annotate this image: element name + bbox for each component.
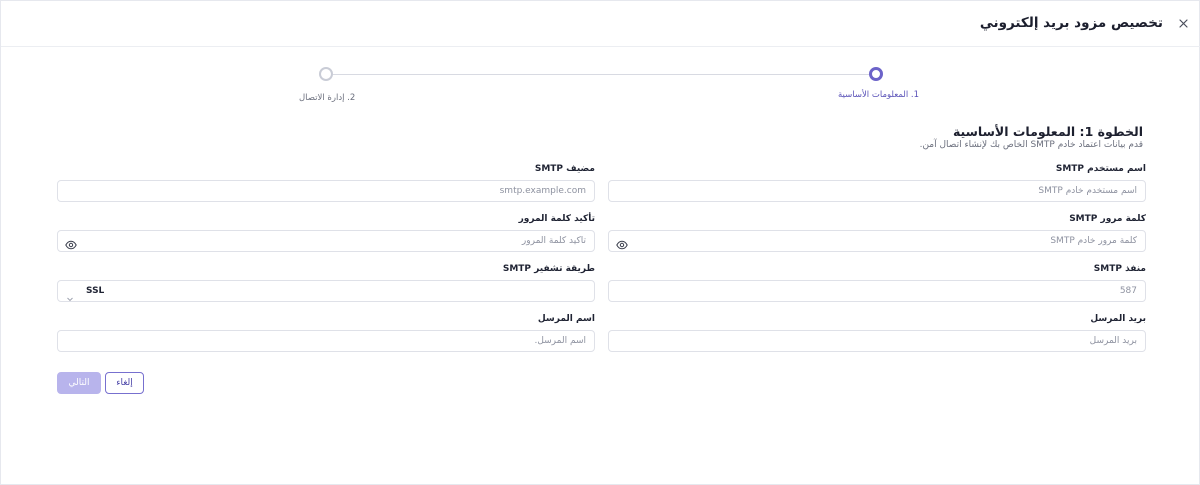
smtp-host-input[interactable] [58,181,594,201]
smtp-port-field: منفذ SMTP [608,264,1146,302]
confirm-password-box [57,230,595,252]
stepper-line [332,74,870,75]
cancel-button[interactable]: إلغاء [105,372,144,394]
sender-name-box [57,330,595,352]
smtp-username-input[interactable] [609,181,1145,201]
smtp-password-field: كلمة مرور SMTP [608,214,1146,252]
stepper: 1. المعلومات الأساسية 2. إدارة الاتصال [1,61,1200,111]
smtp-encryption-label: طريقة تشفير SMTP [502,264,595,274]
sender-name-input[interactable] [58,331,594,351]
confirm-password-field: تأكيد كلمة المرور [57,214,595,252]
step-1-label: 1. المعلومات الأساسية [838,90,920,100]
smtp-username-field: اسم مستخدم SMTP [608,164,1146,202]
smtp-port-label: منفذ SMTP [1093,264,1146,274]
sender-email-field: بريد المرسل [608,314,1146,352]
dialog-header: تخصيص مزود بريد إلكتروني [1,1,1200,47]
smtp-port-box [608,280,1146,302]
smtp-host-box [57,180,595,202]
sender-name-field: اسم المرسل [57,314,595,352]
step-1-indicator[interactable] [869,67,883,81]
confirm-password-input[interactable] [58,231,594,251]
smtp-encryption-value: SSL [86,286,105,296]
smtp-port-input[interactable] [609,281,1145,301]
section-title: الخطوة 1: المعلومات الأساسية [952,124,1143,139]
smtp-host-field: مضيف SMTP [57,164,595,202]
smtp-encryption-select[interactable]: SSL [57,280,595,302]
dialog-title: تخصيص مزود بريد إلكتروني [979,15,1163,31]
smtp-host-label: مضيف SMTP [534,164,595,174]
next-button[interactable]: التالي [57,372,101,394]
smtp-password-input[interactable] [609,231,1145,251]
sender-name-label: اسم المرسل [537,314,595,324]
sender-email-box [608,330,1146,352]
smtp-encryption-field: طريقة تشفير SMTP SSL [57,264,595,302]
step-2-label: 2. إدارة الاتصال [299,93,356,103]
smtp-password-box [608,230,1146,252]
close-icon[interactable] [1175,15,1191,31]
smtp-username-label: اسم مستخدم SMTP [1055,164,1146,174]
smtp-username-box [608,180,1146,202]
eye-icon[interactable] [616,236,628,250]
eye-icon[interactable] [65,236,77,250]
email-provider-dialog: تخصيص مزود بريد إلكتروني 1. المعلومات ال… [0,0,1200,485]
section-description: قدم بيانات اعتماد خادم SMTP الخاص بك لإن… [919,140,1143,150]
step-2-indicator[interactable] [319,67,333,81]
chevron-down-icon [66,288,74,302]
sender-email-label: بريد المرسل [1090,314,1146,324]
confirm-password-label: تأكيد كلمة المرور [518,214,595,224]
sender-email-input[interactable] [609,331,1145,351]
smtp-password-label: كلمة مرور SMTP [1069,214,1146,224]
